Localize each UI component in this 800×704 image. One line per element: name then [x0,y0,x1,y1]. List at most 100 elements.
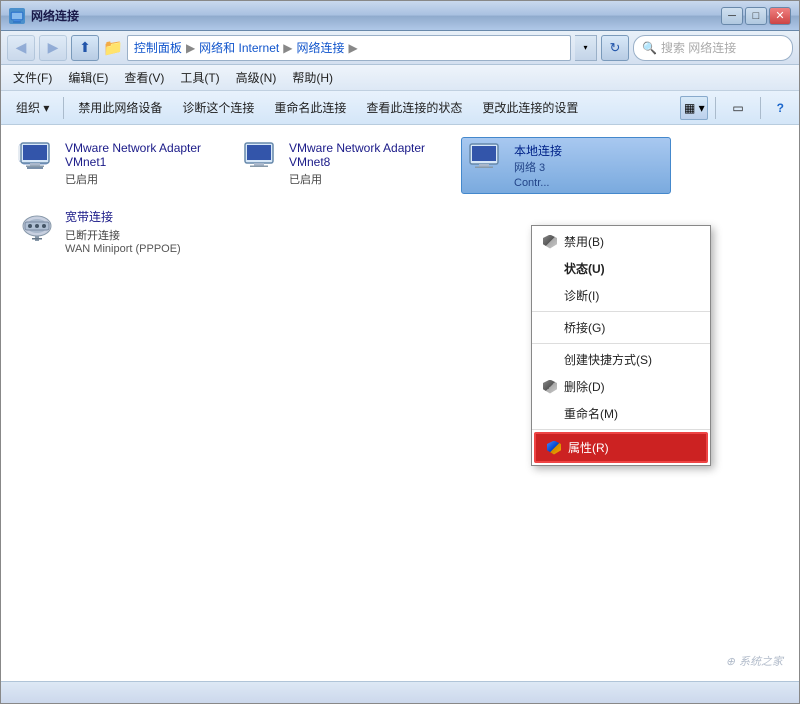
vmnet1-icon [17,141,57,177]
menu-help[interactable]: 帮助(H) [284,66,341,89]
ctx-properties-label: 属性(R) [568,439,609,456]
broadband-icon [17,208,57,244]
ctx-bridge-label: 桥接(G) [564,319,605,336]
organize-button[interactable]: 组织 ▾ [7,94,58,122]
toolbar-separator-1 [63,97,64,119]
watermark-text: 系统之家 [739,653,783,669]
window-icon [9,8,25,24]
preview-pane-button[interactable]: ▭ [723,94,752,122]
ctx-bridge-icon [542,320,558,336]
address-dropdown[interactable]: ▾ [575,35,597,61]
watermark: ⊕ 系统之家 [726,653,783,669]
menu-file[interactable]: 文件(F) [5,66,60,89]
toolbar-separator-2 [715,97,716,119]
vmnet1-status: 已启用 [65,171,209,187]
vmnet1-name: VMware Network Adapter VMnet1 [65,141,209,169]
ctx-sep-3 [532,429,710,430]
view-status-button[interactable]: 查看此连接的状态 [357,94,471,122]
local-status: Contr... [514,177,562,189]
broadband-status: 已断开连接 [65,227,181,243]
adapters-row-1: VMware Network Adapter VMnet1 已启用 [13,137,787,194]
folder-icon: 📁 [103,38,123,58]
ctx-status[interactable]: 状态(U) [532,255,710,282]
broadband-sub: WAN Miniport (PPPOE) [65,243,181,255]
breadcrumb-network-connections[interactable]: 网络连接 [296,39,344,56]
maximize-button[interactable]: □ [745,7,767,25]
breadcrumb-control-panel[interactable]: 控制面板 [134,39,182,56]
adapter-vmnet8[interactable]: VMware Network Adapter VMnet8 已启用 [237,137,437,191]
menu-view[interactable]: 查看(V) [116,66,172,89]
local-info: 本地连接 网络 3 Contr... [514,142,562,189]
shield-disable-icon [542,234,558,250]
toolbar-right: ▦ ▾ ▭ ? [680,94,793,122]
search-icon: 🔍 [642,41,657,55]
vmnet8-info: VMware Network Adapter VMnet8 已启用 [289,141,433,187]
refresh-button[interactable]: ↻ [601,35,629,61]
vmnet8-name: VMware Network Adapter VMnet8 [289,141,433,169]
ctx-sep-2 [532,343,710,344]
vmnet8-status: 已启用 [289,171,433,187]
local-icon [466,142,506,178]
ctx-diagnose-label: 诊断(I) [564,287,599,304]
help-button[interactable]: ? [768,94,793,122]
broadband-info: 宽带连接 已断开连接 WAN Miniport (PPPOE) [65,208,181,255]
title-bar-left: 网络连接 [9,7,79,24]
ctx-rename-icon [542,406,558,422]
forward-button[interactable]: ▶ [39,35,67,61]
menu-advanced[interactable]: 高级(N) [228,66,285,89]
ctx-sep-1 [532,311,710,312]
search-placeholder: 搜索 网络连接 [661,39,736,56]
menu-edit[interactable]: 编辑(E) [60,66,116,89]
adapter-local[interactable]: 本地连接 网络 3 Contr... [461,137,671,194]
address-bar: ◀ ▶ ⬆ 📁 控制面板 ▶ 网络和 Internet ▶ 网络连接 ▶ ▾ ↻… [1,31,799,65]
ctx-properties[interactable]: 属性(R) [534,432,708,463]
shield-properties-icon [546,440,562,456]
ctx-rename-label: 重命名(M) [564,405,618,422]
ctx-shortcut-icon [542,352,558,368]
ctx-status-label: 状态(U) [564,260,605,277]
view-toggle-button[interactable]: ▦ ▾ [680,96,708,120]
change-settings-button[interactable]: 更改此连接的设置 [473,94,587,122]
vmnet1-info: VMware Network Adapter VMnet1 已启用 [65,141,209,187]
title-bar: 网络连接 ─ □ ✕ [1,1,799,31]
local-name: 本地连接 [514,142,562,159]
ctx-disable[interactable]: 禁用(B) [532,228,710,255]
ctx-diagnose[interactable]: 诊断(I) [532,282,710,309]
rename-button[interactable]: 重命名此连接 [265,94,355,122]
up-button[interactable]: ⬆ [71,35,99,61]
ctx-rename[interactable]: 重命名(M) [532,400,710,427]
title-bar-controls: ─ □ ✕ [721,7,791,25]
menu-bar: 文件(F) 编辑(E) 查看(V) 工具(T) 高级(N) 帮助(H) [1,65,799,91]
ctx-shortcut[interactable]: 创建快捷方式(S) [532,346,710,373]
context-menu: 禁用(B) 状态(U) 诊断(I) 桥接(G) 创建快捷方式(S) [531,225,711,466]
ctx-disable-label: 禁用(B) [564,233,604,250]
adapter-broadband[interactable]: 宽带连接 已断开连接 WAN Miniport (PPPOE) [13,204,213,259]
disable-button[interactable]: 禁用此网络设备 [69,94,171,122]
back-button[interactable]: ◀ [7,35,35,61]
status-bar [1,681,799,703]
ctx-delete-label: 删除(D) [564,378,605,395]
search-bar[interactable]: 🔍 搜索 网络连接 [633,35,793,61]
broadband-name: 宽带连接 [65,208,181,225]
ctx-status-icon [542,261,558,277]
ctx-delete-icon [542,379,558,395]
diagnose-button[interactable]: 诊断这个连接 [173,94,263,122]
ctx-diagnose-icon [542,288,558,304]
toolbar: 组织 ▾ 禁用此网络设备 诊断这个连接 重命名此连接 查看此连接的状态 更改此连… [1,91,799,125]
vmnet8-icon [241,141,281,177]
address-path[interactable]: 控制面板 ▶ 网络和 Internet ▶ 网络连接 ▶ [127,35,571,61]
minimize-button[interactable]: ─ [721,7,743,25]
window: 网络连接 ─ □ ✕ ◀ ▶ ⬆ 📁 控制面板 ▶ 网络和 Internet ▶… [0,0,800,704]
ctx-delete[interactable]: 删除(D) [532,373,710,400]
menu-tools[interactable]: 工具(T) [172,66,227,89]
breadcrumb-network-internet[interactable]: 网络和 Internet [199,39,279,56]
content-area: VMware Network Adapter VMnet1 已启用 [1,125,799,681]
close-button[interactable]: ✕ [769,7,791,25]
ctx-bridge[interactable]: 桥接(G) [532,314,710,341]
local-sub: 网络 3 [514,159,562,175]
window-title: 网络连接 [31,7,79,24]
adapter-vmnet1[interactable]: VMware Network Adapter VMnet1 已启用 [13,137,213,191]
ctx-shortcut-label: 创建快捷方式(S) [564,351,652,368]
watermark-icon: ⊕ [726,655,735,668]
toolbar-separator-3 [760,97,761,119]
